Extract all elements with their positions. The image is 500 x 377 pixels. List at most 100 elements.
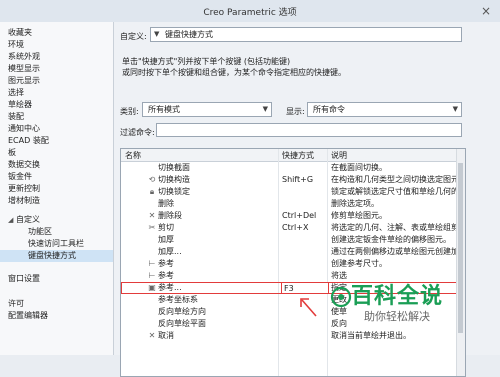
- row-description: 创建参考尺寸。: [331, 259, 387, 268]
- watermark-subtitle: 助你轻松解决: [364, 310, 430, 323]
- row-description: 修剪草绘图元。: [331, 211, 387, 220]
- lock-icon: 🔒︎: [149, 187, 155, 196]
- sidebar-item-keyboard-shortcuts[interactable]: 键盘快捷方式: [0, 250, 113, 262]
- reference-dialog-icon: ▣: [148, 283, 156, 292]
- shortcut-edit-field[interactable]: F3: [281, 282, 329, 294]
- row-name: 反向草绘平面: [158, 319, 206, 328]
- scissors-icon: ✂: [148, 223, 156, 232]
- table-row[interactable]: 切换截面 在截面间切换。: [121, 162, 465, 174]
- customize-label: 自定义:: [120, 32, 147, 41]
- watermark-logo-icon: [330, 286, 352, 308]
- category-label: 类别:: [120, 107, 139, 116]
- table-row[interactable]: ✕ 取消 取消当前草绘并退出。: [121, 330, 465, 342]
- filter-label: 过滤命令:: [120, 128, 155, 137]
- table-row[interactable]: 🔒︎ 切换锁定 锁定或解锁选定尺寸值和草绘几何的锁: [121, 186, 466, 198]
- sidebar-item-model-display[interactable]: 模型显示: [8, 63, 40, 75]
- category-select[interactable]: 所有模式 ▼: [142, 102, 272, 117]
- toggle-construction-icon: ⟲: [148, 175, 156, 184]
- sidebar-item-selection[interactable]: 选择: [8, 87, 24, 99]
- sidebar-item-notification-center[interactable]: 通知中心: [8, 123, 40, 135]
- table-row[interactable]: ✂ 剪切 Ctrl+X 将选定的几何、注解、表或草绘组剪切: [121, 222, 466, 234]
- sidebar-item-license[interactable]: 许可: [8, 298, 24, 310]
- row-name: 参考: [158, 259, 174, 268]
- table-row[interactable]: 加厚... 通过在两侧偏移边或草绘图元创建加: [121, 246, 465, 258]
- row-name: 参考: [158, 271, 174, 280]
- display-label: 显示:: [286, 107, 305, 116]
- row-name: 删除: [158, 199, 174, 208]
- row-name: 加厚...: [158, 247, 182, 256]
- table-scrollbar[interactable]: [456, 149, 465, 376]
- reference-icon: ⊢: [148, 259, 156, 268]
- sidebar-item-system-appearance[interactable]: 系统外观: [8, 51, 40, 63]
- row-description: 在截面间切换。: [331, 163, 387, 172]
- sidebar-item-window-settings[interactable]: 窗口设置: [8, 273, 40, 285]
- row-description: 创建选定钣金件草绘的偏移图元。: [331, 235, 451, 244]
- dropdown-arrow-icon: ▼: [154, 30, 160, 38]
- annotation-arrow-icon: [300, 298, 317, 317]
- sidebar-group-customize[interactable]: ◢ 自定义: [8, 214, 40, 226]
- row-description: 将选定的几何、注解、表或草绘组剪切: [331, 223, 466, 232]
- header-description[interactable]: 说明: [331, 150, 347, 161]
- row-name: 删除段: [158, 211, 182, 220]
- sidebar-item-update-control[interactable]: 更新控制: [8, 183, 40, 195]
- sidebar-item-sketcher[interactable]: 草绘器: [8, 99, 32, 111]
- table-row[interactable]: ⟲ 切换构造 Shift+G 在构造和几何类型之间切换选定图元。: [121, 174, 466, 186]
- row-description: 在构造和几何类型之间切换选定图元。: [331, 175, 466, 184]
- row-name: 参考...: [158, 283, 182, 292]
- customize-select[interactable]: ▼ 键盘快捷方式: [150, 27, 462, 42]
- sidebar-item-assembly[interactable]: 装配: [8, 111, 24, 123]
- row-description: 取消当前草绘并退出。: [331, 331, 411, 340]
- row-name: 加厚: [158, 235, 174, 244]
- sidebar-item-sheetmetal[interactable]: 钣金件: [8, 171, 32, 183]
- sidebar-item-ribbon[interactable]: 功能区: [28, 226, 52, 238]
- title-bar: Creo Parametric 选项 ×: [0, 0, 500, 23]
- category-select-value: 所有模式: [148, 105, 180, 114]
- row-shortcut[interactable]: Ctrl+Del: [282, 210, 316, 222]
- row-description: 通过在两侧偏移边或草绘图元创建加: [331, 247, 459, 256]
- filter-input[interactable]: [156, 123, 462, 137]
- row-name: 切换构造: [158, 175, 190, 184]
- watermark: 百科全说 助你轻松解决: [330, 284, 462, 324]
- reference-icon: ⊢: [148, 271, 156, 280]
- sidebar-item-additive-manufacturing[interactable]: 增材制造: [8, 195, 40, 207]
- header-shortcut[interactable]: 快捷方式: [282, 150, 314, 161]
- shortcuts-table: 名称 快捷方式 说明 切换截面 在截面间切换。 ⟲ 切换构造 Shift+G 在…: [120, 148, 466, 377]
- row-description: 将选: [331, 271, 347, 280]
- collapse-triangle-icon[interactable]: ◢: [8, 214, 16, 226]
- chevron-down-icon: ▼: [262, 105, 268, 113]
- chevron-down-icon: ▼: [452, 105, 458, 113]
- sidebar-item-board[interactable]: 板: [8, 147, 16, 159]
- sidebar-item-config-editor[interactable]: 配置编辑器: [8, 310, 48, 322]
- table-row[interactable]: ⊢ 参考 创建参考尺寸。: [121, 258, 465, 270]
- row-name: 剪切: [158, 223, 174, 232]
- table-row[interactable]: ✕ 删除段 Ctrl+Del 修剪草绘图元。: [121, 210, 465, 222]
- table-row[interactable]: 删除 删除选定项。: [121, 198, 465, 210]
- options-sidebar: 收藏夹 环境 系统外观 模型显示 图元显示 选择 草绘器 装配 通知中心 ECA…: [0, 22, 114, 355]
- row-name: 取消: [158, 331, 174, 340]
- row-description: 锁定或解锁选定尺寸值和草绘几何的锁: [331, 187, 466, 196]
- close-icon[interactable]: ×: [478, 3, 494, 19]
- sidebar-item-ecad-assembly[interactable]: ECAD 装配: [8, 135, 49, 147]
- table-row[interactable]: 加厚 创建选定钣金件草绘的偏移图元。: [121, 234, 465, 246]
- window-title: Creo Parametric 选项: [203, 8, 297, 18]
- display-select-value: 所有命令: [313, 105, 345, 114]
- sidebar-item-entity-display[interactable]: 图元显示: [8, 75, 40, 87]
- header-name[interactable]: 名称: [125, 150, 141, 161]
- sidebar-item-favorites[interactable]: 收藏夹: [8, 27, 32, 39]
- display-select[interactable]: 所有命令 ▼: [307, 102, 462, 117]
- row-name: 参考坐标系: [158, 295, 198, 304]
- row-name: 切换截面: [158, 163, 190, 172]
- sidebar-item-environment[interactable]: 环境: [8, 39, 24, 51]
- sidebar-item-data-exchange[interactable]: 数据交换: [8, 159, 40, 171]
- sidebar-group-label: 自定义: [16, 215, 40, 224]
- table-row[interactable]: ⊢ 参考 将选: [121, 270, 465, 282]
- row-shortcut[interactable]: Ctrl+X: [282, 222, 308, 234]
- row-description: 删除选定项。: [331, 199, 379, 208]
- table-header: 名称 快捷方式 说明: [121, 149, 465, 162]
- sidebar-item-quick-access-toolbar[interactable]: 快速访问工具栏: [28, 238, 84, 250]
- cancel-icon: ✕: [148, 331, 156, 340]
- row-name: 切换锁定: [158, 187, 190, 196]
- customize-select-value: 键盘快捷方式: [165, 30, 213, 39]
- row-shortcut[interactable]: Shift+G: [282, 174, 313, 186]
- hint-line-2: 或同时按下单个按键和组合键，为某个命令指定相应的快捷键。: [122, 68, 346, 77]
